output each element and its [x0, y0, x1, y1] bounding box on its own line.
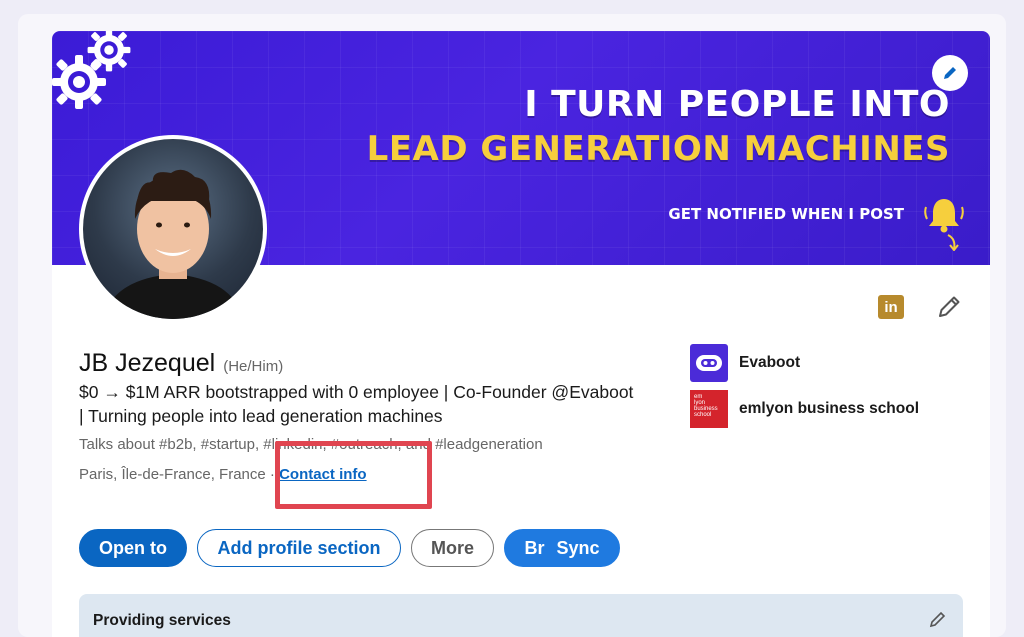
- banner-subheadline: LEAD GENERATION MACHINES: [366, 129, 950, 169]
- profile-card: I TURN PEOPLE INTO LEAD GENERATION MACHI…: [52, 31, 990, 637]
- banner-cta: GET NOTIFIED WHEN I POST: [668, 205, 904, 223]
- emlyon-logo: em lyon business school: [690, 390, 728, 428]
- person-silhouette-icon: [103, 169, 243, 319]
- company-evaboot[interactable]: Evaboot: [690, 344, 800, 382]
- profile-pronouns: (He/Him): [223, 358, 284, 375]
- gear-icon: [87, 31, 131, 72]
- sync-prefix: Br: [524, 537, 545, 558]
- providing-services-section[interactable]: Providing services: [79, 594, 963, 637]
- profile-headline: $0 → $1M ARR bootstrapped with 0 employe…: [79, 382, 634, 426]
- banner-headline: I TURN PEOPLE INTO: [524, 84, 950, 125]
- avatar: [83, 139, 263, 319]
- profile-location: Paris, Île-de-France, France: [79, 466, 266, 483]
- open-to-button[interactable]: Open to: [79, 529, 187, 567]
- emlyon-logo-text: em lyon business school: [694, 394, 718, 418]
- company-name: emlyon business school: [739, 400, 920, 417]
- edit-intro-pencil-icon[interactable]: [936, 294, 962, 320]
- edit-banner-button[interactable]: [932, 55, 968, 91]
- profile-name-row: JB Jezequel (He/Him): [79, 349, 283, 378]
- more-button[interactable]: More: [411, 529, 494, 567]
- profile-name: JB Jezequel: [79, 349, 216, 377]
- add-profile-section-button[interactable]: Add profile section: [197, 529, 401, 567]
- profile-photo[interactable]: [79, 135, 267, 323]
- company-emlyon[interactable]: em lyon business school emlyon business …: [690, 390, 919, 428]
- sync-button[interactable]: Br Sync: [504, 529, 620, 567]
- company-name: Evaboot: [739, 354, 801, 371]
- robot-icon: [696, 355, 722, 371]
- sync-label: Sync: [556, 537, 600, 558]
- pencil-icon: [944, 67, 956, 79]
- evaboot-logo: [690, 344, 728, 382]
- bell-icon: [924, 199, 964, 251]
- linkedin-premium-icon[interactable]: in: [878, 295, 904, 319]
- profile-actions: Open to Add profile section More Br Sync: [79, 529, 620, 567]
- edit-services-pencil-icon[interactable]: [929, 610, 947, 628]
- highlight-annotation-box: [275, 441, 432, 509]
- services-title: Providing services: [93, 612, 231, 629]
